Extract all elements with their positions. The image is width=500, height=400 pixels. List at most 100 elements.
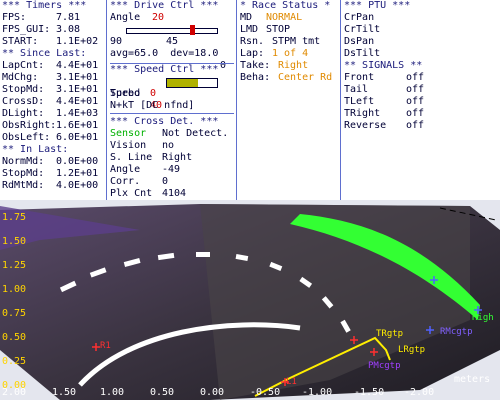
since-last-item-label: LapCnt: [2,60,45,71]
x-tick-label: -0.50 [250,387,281,398]
slider-value-row: 45 [110,36,234,48]
drive-panel: *** Drive Ctrl *** Angle 20 90 0 45 avg=6… [110,0,234,200]
cross-item-value: no [162,140,175,151]
cross-item-row: Sensor Not Detect. [110,128,234,140]
angle-slider-row: 90 0 [110,24,234,71]
x-tick-label: 1.00 [100,387,125,398]
rsn-row: Rsn. STPM tmt [240,36,338,48]
x-tick-label: 0.50 [150,387,175,398]
l1-label: L1 [286,377,297,387]
since-last-item-row: CrossD: 4.4E+01 [2,96,106,108]
timers-panel: *** Timers *** FPS: 7.81 FPS_GUI: 3.08 STA… [2,0,106,200]
signal-item-value: off [406,96,425,107]
fps-gui-row: FPS_GUI: 3.08 [2,24,106,36]
angle-slider-handle[interactable] [190,25,195,35]
since-last-item-label: MdChg: [2,72,39,83]
x-tick-label: -2.00 [404,387,435,398]
start-value: 1.1E+02 [56,36,99,47]
column-divider [106,0,107,200]
turbo-value: 0 [150,88,157,99]
start-row: START: 1.1E+02 [2,36,106,48]
high-label: High [472,313,494,323]
beha-row: Beha: Center Rd [240,72,338,84]
cross-item-row: S. Line Right [110,152,234,164]
rsn-label: Rsn. [240,36,265,47]
take-value: Right [278,60,309,71]
cross-item-row: Angle -49 [110,164,234,176]
signal-item-label: Reverse [344,120,387,131]
section-divider [110,63,234,64]
x-tick-label: -1.50 [354,387,385,398]
in-last-list: NormMd: 0.0E+00 StopMd: 1.2E+01 RdMtMd: 4.0E+… [2,156,106,192]
ptu-item[interactable]: DsTilt [344,48,498,60]
cross-item-label: S. Line [110,152,153,163]
start-label: START: [2,36,39,47]
y-tick-label: 0.25 [2,356,27,367]
take-label: Take: [240,60,271,71]
fps-row: FPS: 7.81 [2,12,106,24]
since-last-item-value: 6.0E+01 [56,132,99,143]
vision-view: TRgtp LRgtp PMcgtp RMcgtp High R1 L1 1.7… [0,200,500,400]
ptu-item[interactable]: CrTilt [344,24,498,36]
fps-gui-value: 3.08 [56,24,81,35]
in-last-item-value: 1.2E+01 [56,168,99,179]
trgtp-label: TRgtp [376,329,404,339]
angle-row: Angle 20 [110,12,234,24]
since-last-item-value: 4.4E+01 [56,96,99,107]
md-value: NORMAL [266,12,303,23]
since-last-item-label: ObsRight: [2,120,57,131]
ptu-item[interactable]: CrPan [344,12,498,24]
signal-item-value: off [406,120,425,131]
x-tick-label: 2.00 [2,387,27,398]
in-last-item-row: NormMd: 0.0E+00 [2,156,106,168]
beha-value: Center Rd [278,72,333,83]
avg-dev-text: avg=65.0 dev=18.0 [110,48,219,59]
ptu-item[interactable]: DsPan [344,36,498,48]
cross-item-label: Angle [110,164,141,175]
since-last-item-row: StopMd: 3.1E+01 [2,84,106,96]
signal-item-label: TLeft [344,96,375,107]
md-row: MD NORMAL [240,12,338,24]
since-last-item-row: ObsRight: 1.6E+01 [2,120,106,132]
signal-item-row: TLeft off [344,96,498,108]
signal-item-value: off [406,72,425,83]
lap-label: Lap: [240,48,265,59]
turbo-row: Turbo 0 [110,88,234,100]
cross-list: Sensor Not Detect. Vision no S. Line Right Ang… [110,128,234,200]
cross-item-row: Plx Cnt 4104 [110,188,234,200]
since-last-item-row: MdChg: 3.1E+01 [2,72,106,84]
beha-label: Beha: [240,72,271,83]
since-last-list: LapCnt: 4.4E+01 MdChg: 3.1E+01 StopMd: 3.1E+0… [2,60,106,144]
speed-bar-fill [167,79,198,87]
speed-bar [166,78,218,88]
timers-header: *** Timers *** [2,0,87,11]
since-last-item-label: DLight: [2,108,45,119]
signal-item-label: Front [344,72,375,83]
in-last-item-row: StopMd: 1.2E+01 [2,168,106,180]
cross-item-label: Corr. [110,176,141,187]
signal-item-label: TRight [344,108,381,119]
since-last-item-row: LapCnt: 4.4E+01 [2,60,106,72]
angle-label: Angle [110,12,141,23]
since-last-item-value: 4.4E+01 [56,60,99,71]
angle-slider[interactable] [126,25,218,35]
pmcgtp-label: PMcgtp [368,361,401,371]
fps-value: 7.81 [56,12,81,23]
since-last-item-label: StopMd: [2,84,45,95]
avg-dev-row: avg=65.0 dev=18.0 [110,48,234,60]
race-panel: * Race Status * MD NORMAL LMD STOP Rsn. STP… [240,0,338,200]
rsn-value: STPM tmt [272,36,321,47]
since-last-item-value: 3.1E+01 [56,72,99,83]
since-last-item-row: ObsLeft: 6.0E+01 [2,132,106,144]
x-tick-label: -1.00 [302,387,333,398]
signal-item-row: Reverse off [344,120,498,132]
in-last-item-value: 0.0E+00 [56,156,99,167]
in-last-item-row: RdMtMd: 4.0E+00 [2,180,106,192]
cross-item-value: Right [162,152,193,163]
signal-item-value: off [406,84,425,95]
ptu-header: *** PTU *** [344,0,411,11]
cross-item-label: Vision [110,140,147,151]
fps-label: FPS: [2,12,27,23]
angle-value: 20 [152,12,165,23]
race-header: * Race Status * [240,0,331,11]
